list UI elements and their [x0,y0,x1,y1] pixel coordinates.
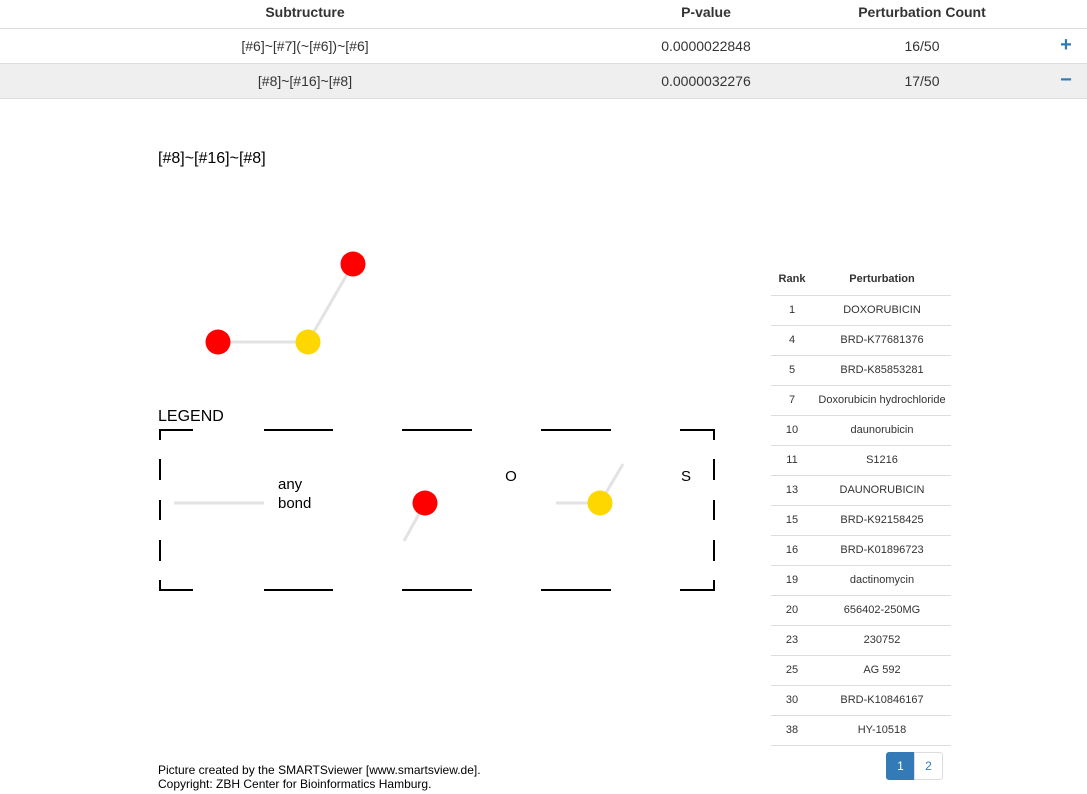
rank-cell: 16 [771,535,813,566]
rank-cell: 20 [771,595,813,626]
table-row: 11 S1216 [771,445,951,476]
perturbation-cell: BRD-K85853281 [813,355,951,386]
oxygen-atom [205,329,231,355]
legend-oxygen-atom [412,490,438,516]
perturbation-cell: 230752 [813,625,951,656]
rank-cell: 15 [771,505,813,536]
header-perturbation-count[interactable]: Perturbation Count [802,4,1042,20]
legend-oxygen-label: O [505,468,517,485]
perturbation-cell: BRD-K10846167 [813,685,951,716]
row-count: 16/50 [904,38,940,54]
rank-cell: 5 [771,355,813,386]
oxygen-atom [340,251,366,277]
table-row: 4 BRD-K77681376 [771,325,951,356]
expand-plus-icon[interactable]: + [1059,34,1073,57]
legend-any-bond-label: any [278,476,303,493]
perturbation-header-row: Rank Perturbation [771,264,951,296]
perturbation-cell: DOXORUBICIN [813,295,951,326]
table-row: 25 AG 592 [771,655,951,686]
perturbation-cell: 656402-250MG [813,595,951,626]
legend-any-bond-label: bond [278,495,311,512]
rank-cell: 25 [771,655,813,686]
credit-line-2: Copyright: ZBH Center for Bioinformatics… [158,777,432,791]
perturbation-table: Rank Perturbation 1 DOXORUBICIN 4 BRD-K776… [771,264,951,746]
perturbation-cell: dactinomycin [813,565,951,596]
table-row: 23 230752 [771,625,951,656]
rank-cell: 19 [771,565,813,596]
rank-cell: 7 [771,385,813,416]
credit-line-1: Picture created by the SMARTSviewer [www… [158,763,481,777]
rank-cell: 38 [771,715,813,746]
pagination: 1 2 [886,752,943,780]
perturbation-cell: AG 592 [813,655,951,686]
header-perturbation[interactable]: Perturbation [813,264,951,296]
image-credit: Picture created by the SMARTSviewer [www… [158,763,481,791]
perturbation-cell: BRD-K92158425 [813,505,951,536]
table-row: 16 BRD-K01896723 [771,535,951,566]
legend-sulfur-atom [587,490,613,516]
table-row: 38 HY-10518 [771,715,951,746]
row-count: 17/50 [904,73,940,89]
table-row: 5 BRD-K85853281 [771,355,951,386]
rank-cell: 13 [771,475,813,506]
smarts-depiction: any bond O S [159,251,715,591]
collapse-minus-icon[interactable]: − [1059,69,1073,92]
perturbation-cell: Doxorubicin hydrochloride [813,385,951,416]
bond-line [306,263,355,343]
perturbation-cell: HY-10518 [813,715,951,746]
table-row: 13 DAUNORUBICIN [771,475,951,506]
table-row: 30 BRD-K10846167 [771,685,951,716]
table-row: 19 dactinomycin [771,565,951,596]
table-row: 7 Doxorubicin hydrochloride [771,385,951,416]
table-row: 1 DOXORUBICIN [771,295,951,326]
perturbation-cell: DAUNORUBICIN [813,475,951,506]
legend-sulfur-label: S [681,468,691,485]
page-2-button[interactable]: 2 [914,752,943,780]
perturbation-cell: BRD-K77681376 [813,325,951,356]
perturbation-cell: daunorubicin [813,415,951,446]
rank-cell: 10 [771,415,813,446]
perturbation-cell: BRD-K01896723 [813,535,951,566]
rank-cell: 4 [771,325,813,356]
rank-cell: 30 [771,685,813,716]
rank-cell: 23 [771,625,813,656]
legend-frame [159,429,715,591]
page-1-button[interactable]: 1 [886,752,915,780]
table-row: 10 daunorubicin [771,415,951,446]
table-row: 20 656402-250MG [771,595,951,626]
header-rank[interactable]: Rank [771,264,813,296]
legend-title: LEGEND [158,408,224,425]
perturbation-cell: S1216 [813,445,951,476]
table-row: 15 BRD-K92158425 [771,505,951,536]
sulfur-atom [295,329,321,355]
rank-cell: 11 [771,445,813,476]
rank-cell: 1 [771,295,813,326]
